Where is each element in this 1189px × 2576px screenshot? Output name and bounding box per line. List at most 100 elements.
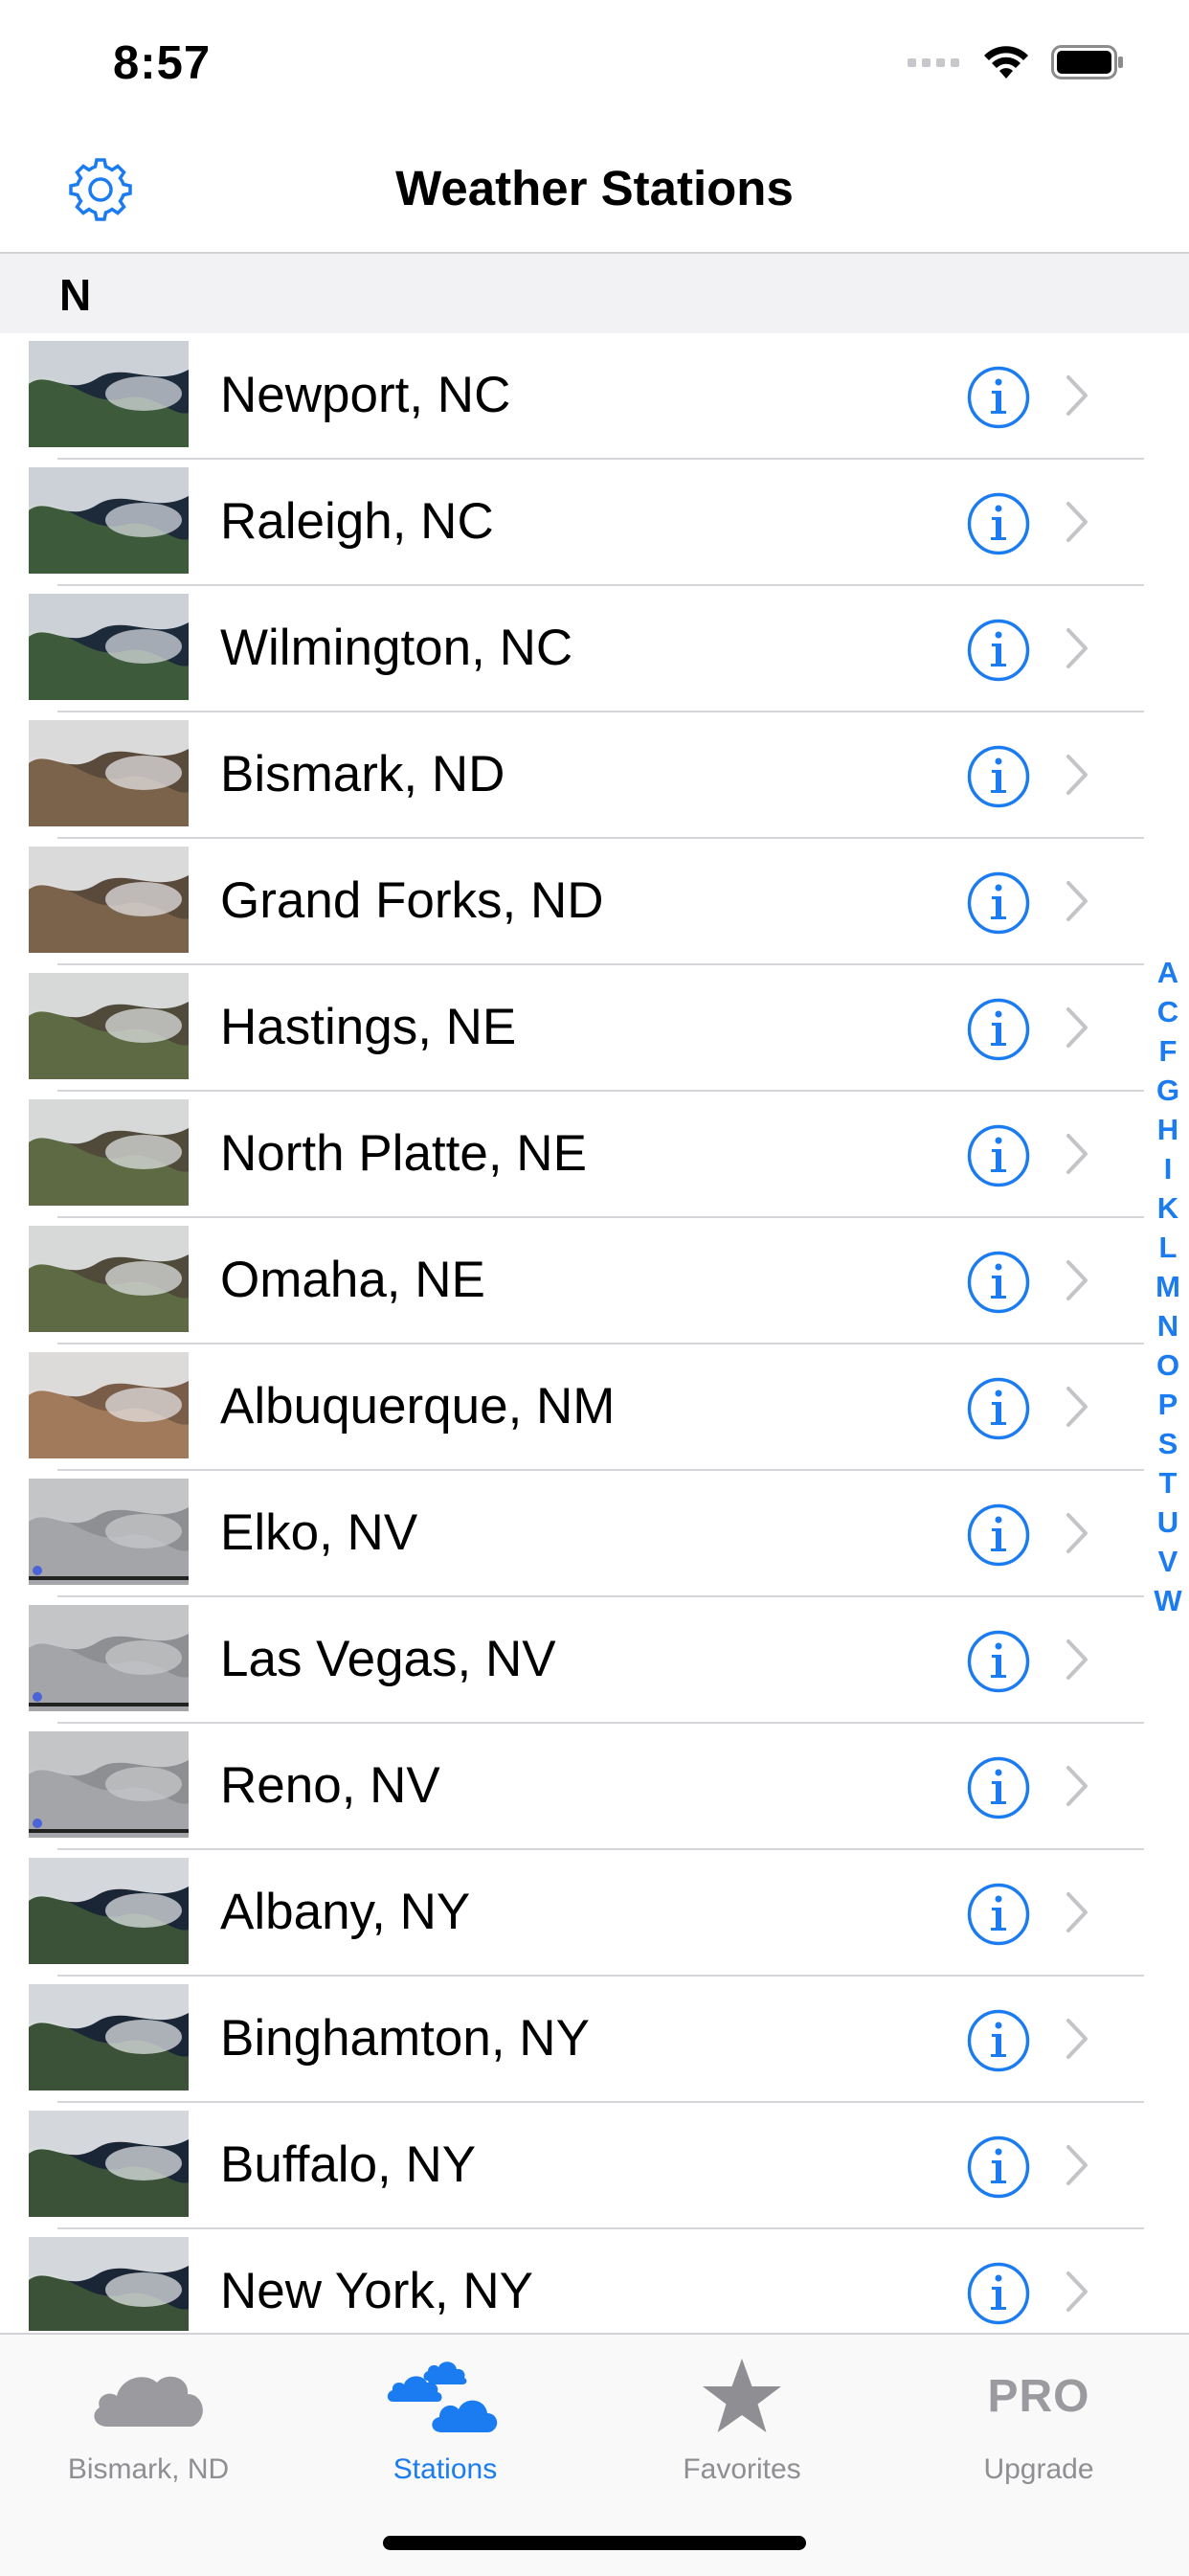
tab-favorites[interactable]: Favorites	[594, 2335, 890, 2497]
info-button[interactable]	[967, 871, 1030, 935]
tab-stations[interactable]: Stations	[297, 2335, 594, 2497]
station-label: Newport, NC	[220, 367, 511, 423]
station-row[interactable]: Raleigh, NC	[0, 460, 1149, 586]
info-button[interactable]	[967, 2135, 1030, 2199]
info-button[interactable]	[967, 366, 1030, 429]
navigation-bar: Weather Stations	[0, 129, 1189, 254]
station-thumbnail	[29, 2111, 189, 2217]
index-letter[interactable]: W	[1147, 1581, 1189, 1620]
index-letter[interactable]: T	[1147, 1463, 1189, 1503]
info-button[interactable]	[967, 2262, 1030, 2325]
chevron-right-icon	[1065, 500, 1089, 544]
station-thumbnail	[29, 1479, 189, 1585]
info-button[interactable]	[967, 1756, 1030, 1819]
station-row[interactable]: Hastings, NE	[0, 965, 1149, 1092]
info-button[interactable]	[967, 998, 1030, 1061]
station-row[interactable]: Bismark, ND	[0, 712, 1149, 839]
index-letter[interactable]: H	[1147, 1110, 1189, 1149]
station-thumbnail	[29, 594, 189, 700]
index-letter[interactable]: U	[1147, 1503, 1189, 1542]
station-thumbnail	[29, 1605, 189, 1711]
chevron-right-icon	[1065, 1385, 1089, 1429]
index-letter[interactable]: M	[1147, 1267, 1189, 1306]
station-row[interactable]: Grand Forks, ND	[0, 839, 1149, 965]
chevron-right-icon	[1065, 626, 1089, 670]
info-icon	[967, 619, 1030, 682]
index-letter[interactable]: S	[1147, 1424, 1189, 1463]
station-row[interactable]: Albuquerque, NM	[0, 1344, 1149, 1471]
wifi-icon	[984, 46, 1028, 79]
station-thumbnail	[29, 467, 189, 574]
station-label: Reno, NV	[220, 1757, 440, 1814]
index-letter[interactable]: L	[1147, 1228, 1189, 1267]
station-row[interactable]: North Platte, NE	[0, 1092, 1149, 1218]
info-icon	[967, 871, 1030, 935]
info-button[interactable]	[967, 1883, 1030, 1946]
station-label: Elko, NV	[220, 1504, 418, 1561]
info-button[interactable]	[967, 1124, 1030, 1187]
chevron-right-icon	[1065, 2270, 1089, 2314]
info-icon	[967, 1503, 1030, 1567]
info-button[interactable]	[967, 1630, 1030, 1693]
station-thumbnail	[29, 1099, 189, 1206]
section-header: N	[0, 254, 1189, 333]
index-letter[interactable]: C	[1147, 992, 1189, 1031]
station-label: Buffalo, NY	[220, 2136, 477, 2193]
info-button[interactable]	[967, 2009, 1030, 2072]
page-title: Weather Stations	[395, 161, 794, 215]
station-list[interactable]: Newport, NC Raleigh, NC Wilmington, NC Bism…	[0, 333, 1189, 2331]
info-icon	[967, 1124, 1030, 1187]
station-row[interactable]: Buffalo, NY	[0, 2103, 1149, 2229]
station-thumbnail	[29, 1731, 189, 1838]
home-indicator	[383, 2536, 806, 2550]
station-thumbnail	[29, 2237, 189, 2331]
chevron-right-icon	[1065, 1006, 1089, 1050]
info-icon	[967, 998, 1030, 1061]
index-letter[interactable]: I	[1147, 1149, 1189, 1188]
tab-current-location[interactable]: Bismark, ND	[0, 2335, 297, 2497]
index-letter[interactable]: P	[1147, 1385, 1189, 1424]
info-button[interactable]	[967, 619, 1030, 682]
chevron-right-icon	[1065, 2017, 1089, 2061]
station-label: New York, NY	[220, 2263, 533, 2319]
cloud-icon	[94, 2376, 203, 2427]
chevron-right-icon	[1065, 1132, 1089, 1176]
section-index[interactable]: ACFGHIKLMNOPSTUVW	[1147, 953, 1189, 1620]
index-letter[interactable]: V	[1147, 1542, 1189, 1581]
index-letter[interactable]: F	[1147, 1031, 1189, 1071]
status-bar: 8:57	[0, 0, 1189, 129]
station-thumbnail	[29, 1226, 189, 1332]
info-button[interactable]	[967, 745, 1030, 808]
station-label: Omaha, NE	[220, 1252, 485, 1308]
info-button[interactable]	[967, 1503, 1030, 1567]
info-icon	[967, 745, 1030, 808]
station-row[interactable]: Las Vegas, NV	[0, 1597, 1149, 1724]
index-letter[interactable]: G	[1147, 1071, 1189, 1110]
index-letter[interactable]: K	[1147, 1188, 1189, 1228]
info-button[interactable]	[967, 492, 1030, 555]
station-thumbnail	[29, 1352, 189, 1458]
tab-upgrade[interactable]: PRO Upgrade	[890, 2335, 1187, 2497]
station-row[interactable]: Wilmington, NC	[0, 586, 1149, 712]
info-button[interactable]	[967, 1251, 1030, 1314]
station-row[interactable]: Binghamton, NY	[0, 1977, 1149, 2103]
info-icon	[967, 1756, 1030, 1819]
station-row[interactable]: Elko, NV	[0, 1471, 1149, 1597]
station-row[interactable]: New York, NY	[0, 2229, 1149, 2331]
info-icon	[967, 366, 1030, 429]
station-row[interactable]: Omaha, NE	[0, 1218, 1149, 1344]
station-row[interactable]: Albany, NY	[0, 1850, 1149, 1977]
station-thumbnail	[29, 341, 189, 447]
station-label: Grand Forks, ND	[220, 872, 604, 929]
info-button[interactable]	[967, 1377, 1030, 1440]
section-letter: N	[59, 270, 92, 320]
index-letter[interactable]: A	[1147, 953, 1189, 992]
station-thumbnail	[29, 847, 189, 953]
index-letter[interactable]: O	[1147, 1345, 1189, 1385]
info-icon	[967, 1630, 1030, 1693]
station-row[interactable]: Newport, NC	[0, 333, 1149, 460]
index-letter[interactable]: N	[1147, 1306, 1189, 1345]
station-label: Albany, NY	[220, 1884, 471, 1940]
station-row[interactable]: Reno, NV	[0, 1724, 1149, 1850]
signal-icon	[908, 58, 959, 67]
